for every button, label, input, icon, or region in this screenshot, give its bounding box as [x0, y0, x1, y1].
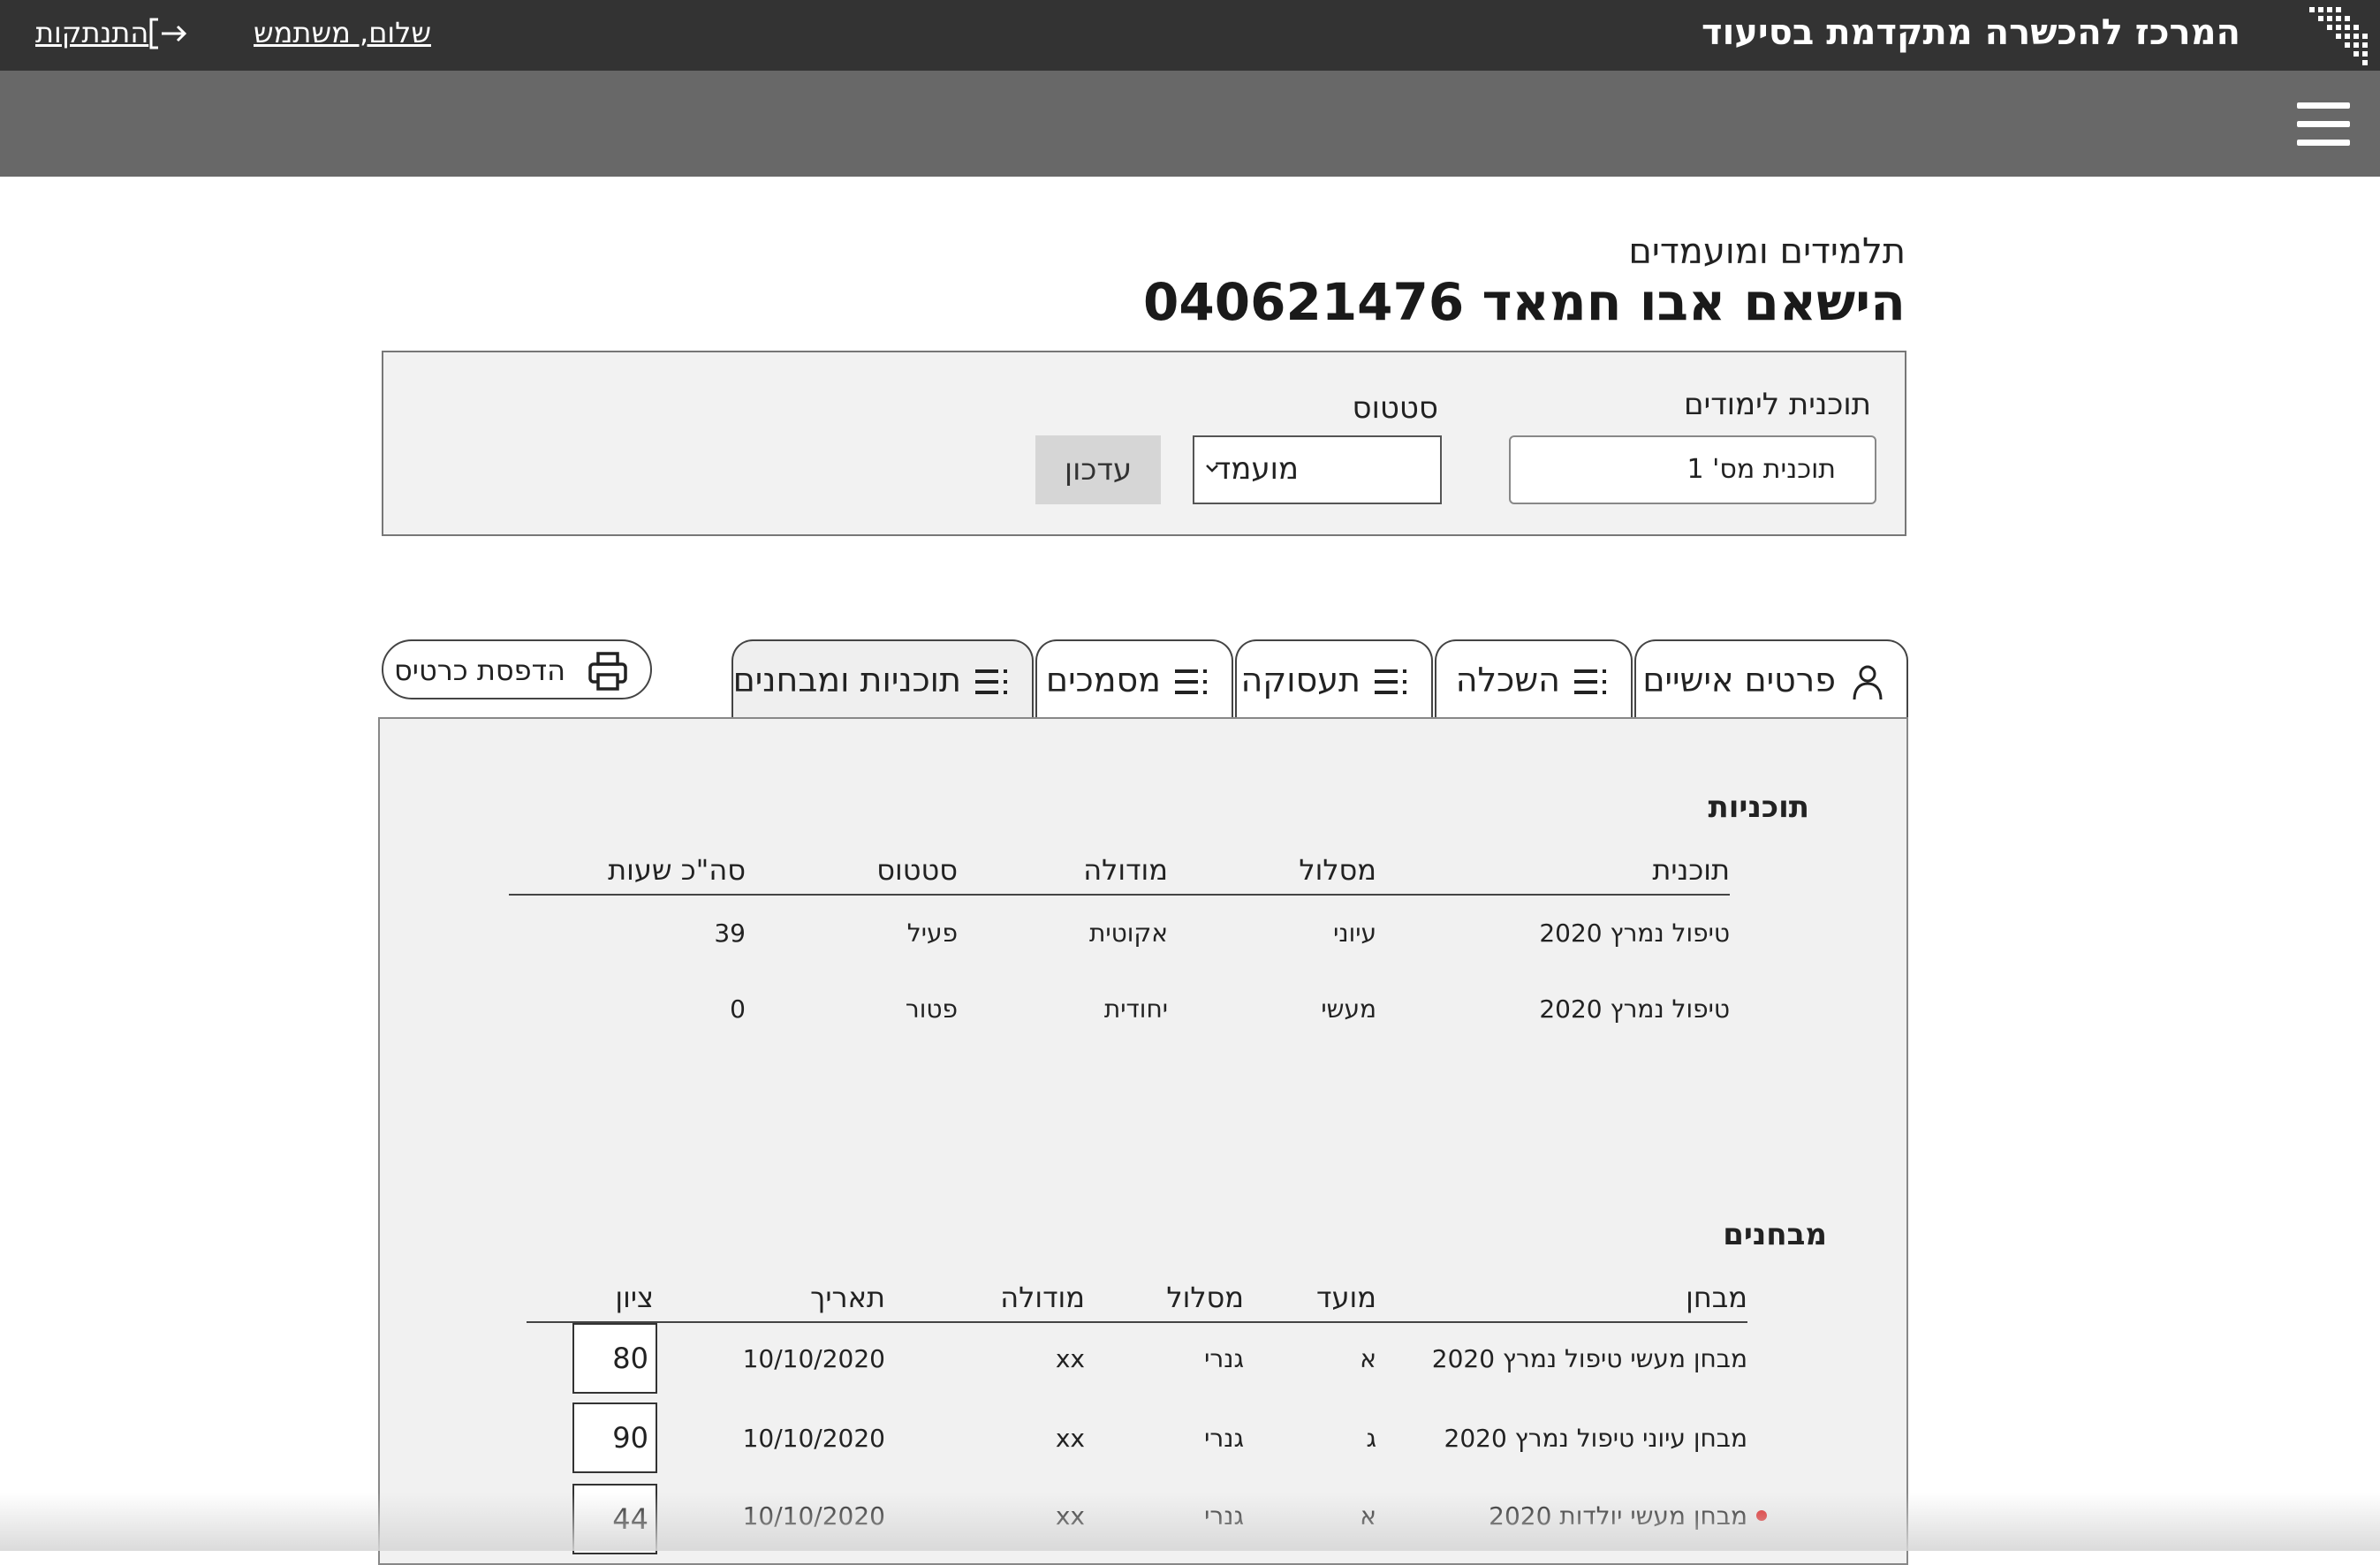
update-button[interactable]: עדכון — [1035, 435, 1161, 504]
exam-name-cell: מבחן מעשי טיפול נמרץ 2020 — [1431, 1344, 1747, 1373]
exam-session-cell: א — [1360, 1344, 1376, 1373]
exam-name-cell: מבחן עיוני טיפול נמרץ 2020 — [1444, 1424, 1747, 1453]
exam-track-cell: גנרי — [1204, 1501, 1244, 1531]
program-module-cell: יחודית — [1103, 994, 1168, 1024]
program-field[interactable]: תוכנית מס' 1 — [1509, 435, 1876, 504]
programs-header-module: מודולה — [1083, 853, 1168, 887]
program-label: תוכנית לימודים — [1684, 387, 1871, 422]
print-card-label: הדפסת כרטיס — [394, 654, 565, 687]
program-module-cell: אקוטית — [1088, 919, 1168, 948]
exams-title: מבחנים — [1723, 1217, 1827, 1252]
brand-name: המרכז להכשרה מתקדמת בסיעוד — [1702, 12, 2240, 53]
list-icon — [1175, 669, 1207, 694]
program-hours-cell: 0 — [730, 994, 746, 1024]
exam-track-cell: גנרי — [1204, 1344, 1244, 1373]
tab-employment[interactable]: תעסוקה — [1235, 639, 1433, 717]
dots-logo-icon — [2309, 7, 2368, 65]
exams-header-grade: ציון — [615, 1281, 654, 1314]
status-label: סטטוס — [1352, 390, 1438, 426]
logout-arrow-icon[interactable] — [146, 16, 190, 51]
exam-date-cell: 10/10/2020 — [742, 1501, 885, 1531]
logout-link[interactable]: התנתקות — [35, 16, 148, 49]
exam-module-cell: xx — [1055, 1501, 1085, 1531]
exam-module-cell: xx — [1055, 1344, 1085, 1373]
status-value: מועמד — [1214, 451, 1299, 487]
list-icon — [1375, 669, 1406, 694]
grade-input[interactable]: 44 — [572, 1484, 657, 1554]
list-icon — [1574, 669, 1606, 694]
breadcrumb: תלמידים ומועמדים — [1628, 231, 1906, 272]
exams-header-date: תאריך — [810, 1281, 885, 1314]
status-select[interactable]: מועמד — [1193, 435, 1442, 504]
program-track-cell: מעשי — [1321, 994, 1376, 1024]
programs-header-track: מסלול — [1299, 853, 1376, 887]
tab-programs-exams[interactable]: תוכניות ומבחנים — [731, 639, 1034, 719]
programs-header-divider — [509, 894, 1730, 896]
exam-date-cell: 10/10/2020 — [742, 1424, 885, 1453]
program-name-cell: טיפול נמרץ 2020 — [1539, 919, 1730, 948]
chevron-down-icon — [1206, 465, 1218, 473]
printer-icon — [588, 652, 627, 691]
tab-education-label: השכלה — [1455, 661, 1560, 699]
programs-header-program: תוכנית — [1652, 853, 1730, 887]
exam-track-cell: גנרי — [1204, 1424, 1244, 1453]
grade-input[interactable]: 90 — [572, 1402, 657, 1473]
list-icon — [975, 669, 1007, 694]
print-card-button[interactable]: הדפסת כרטיס — [382, 639, 652, 699]
exams-header-module: מודולה — [1000, 1281, 1085, 1314]
programs-header-hours: סה"כ שעות — [608, 853, 746, 887]
exams-header-divider — [527, 1321, 1747, 1323]
hamburger-menu-icon[interactable] — [2297, 102, 2350, 147]
program-name-cell: טיפול נמרץ 2020 — [1539, 994, 1730, 1024]
program-status-cell: פטור — [905, 994, 958, 1024]
program-track-cell: עיוני — [1333, 919, 1376, 948]
exam-date-cell: 10/10/2020 — [742, 1344, 885, 1373]
tab-personal-details[interactable]: פרטים אישיים — [1634, 639, 1908, 717]
tab-education[interactable]: השכלה — [1435, 639, 1633, 717]
tab-personal-label: פרטים אישיים — [1642, 661, 1836, 699]
exams-header-session: מועד — [1316, 1281, 1376, 1314]
program-status-cell: פעיל — [906, 919, 958, 948]
programs-header-status: סטטוס — [876, 853, 958, 887]
nav-bar — [0, 71, 2380, 177]
page-title: הישאם אבו חמאד 040621476 — [1143, 272, 1906, 332]
greeting-link[interactable]: שלום, משתמש — [254, 16, 431, 49]
exam-session-cell: א — [1360, 1501, 1376, 1531]
person-icon — [1853, 665, 1883, 699]
tab-documents-label: מסמכים — [1045, 661, 1161, 699]
exam-module-cell: xx — [1055, 1424, 1085, 1453]
exams-header-exam: מבחן — [1686, 1281, 1747, 1314]
grade-input[interactable]: 80 — [572, 1323, 657, 1394]
program-hours-cell: 39 — [714, 919, 746, 948]
tab-programs-exams-label: תוכניות ומבחנים — [732, 661, 961, 699]
exams-header-track: מסלול — [1166, 1281, 1244, 1314]
programs-title: תוכניות — [1708, 790, 1809, 825]
warning-dot — [1756, 1510, 1767, 1521]
tab-employment-label: תעסוקה — [1240, 661, 1361, 699]
exam-session-cell: ג — [1366, 1424, 1376, 1453]
exam-name-cell: מבחן מעשי יולדות 2020 — [1489, 1501, 1747, 1531]
tab-documents[interactable]: מסמכים — [1035, 639, 1233, 717]
